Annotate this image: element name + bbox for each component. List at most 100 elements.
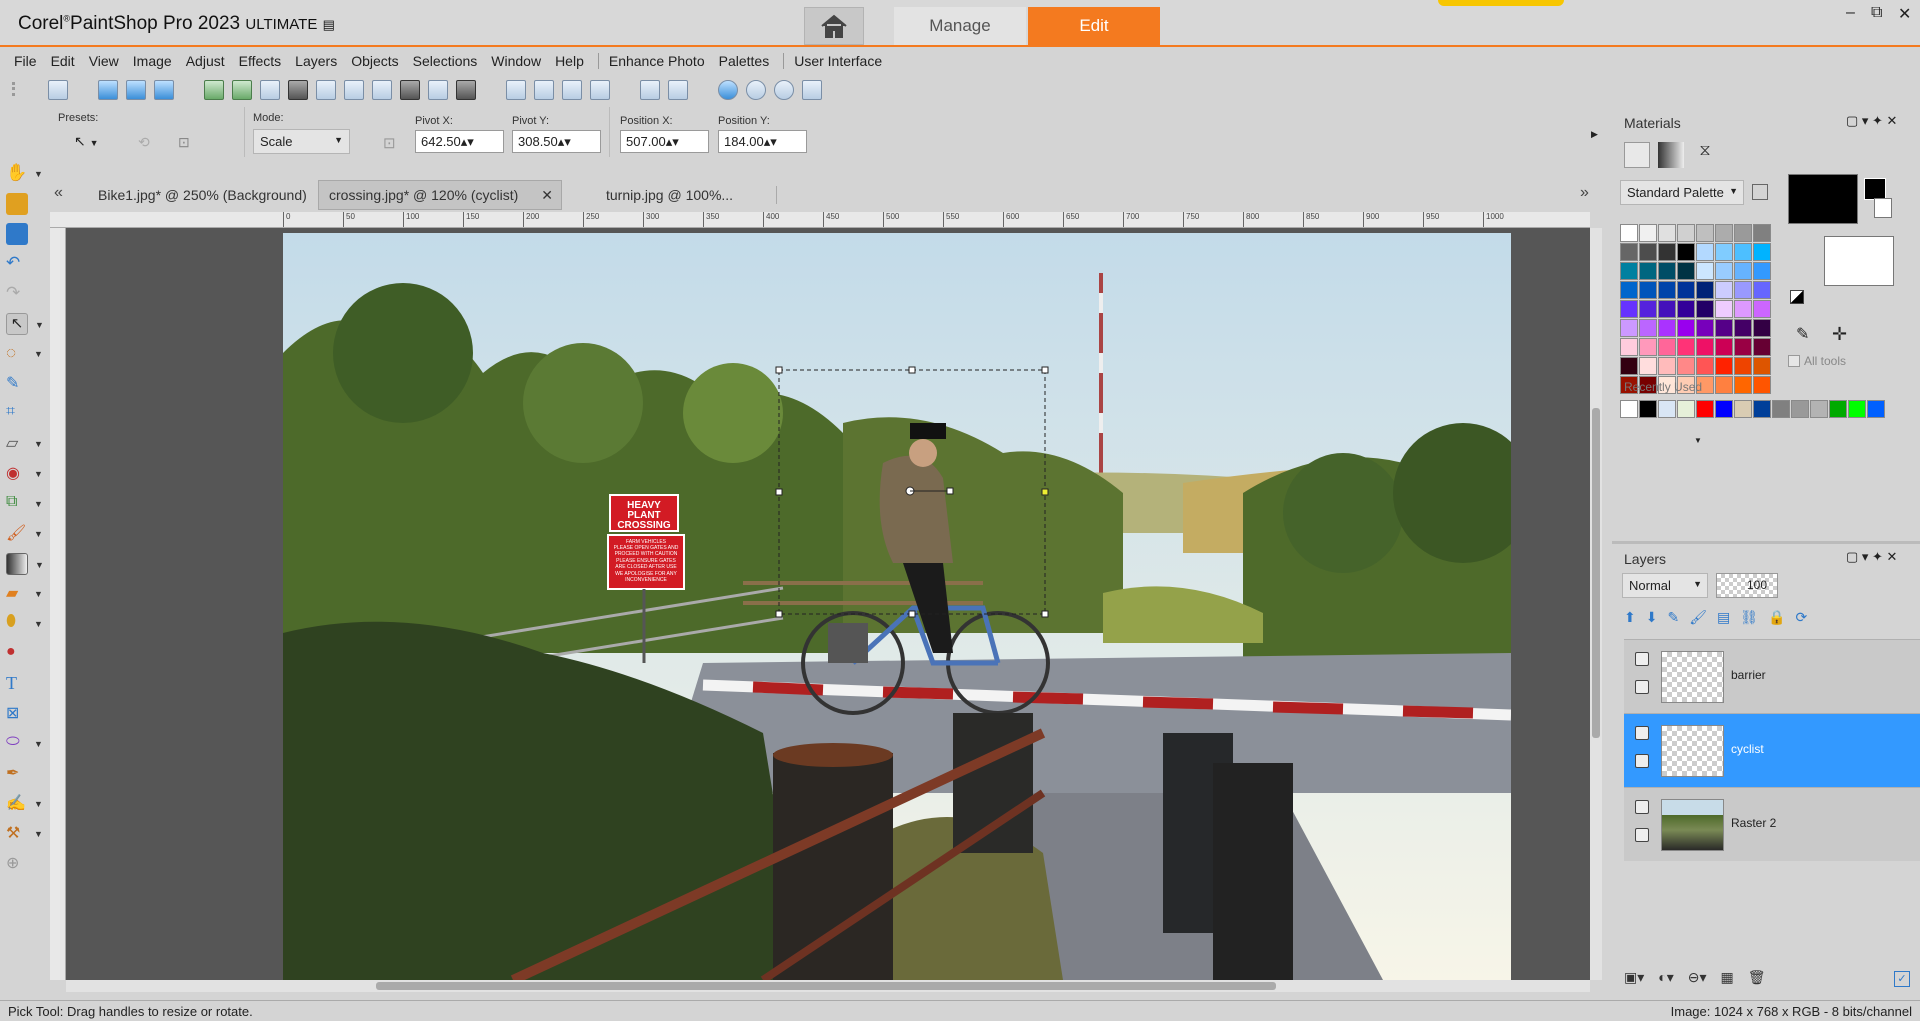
layer-style-icon[interactable]: ✎ xyxy=(1667,609,1679,626)
notification-strip[interactable] xyxy=(1438,0,1564,6)
color-swatch[interactable] xyxy=(1677,224,1695,242)
resize-handle[interactable] xyxy=(1041,610,1049,618)
menu-effects[interactable]: Effects xyxy=(239,53,282,69)
color-swatch[interactable] xyxy=(1734,262,1752,280)
paint-tool[interactable]: ● xyxy=(6,643,28,665)
background-swatch-small[interactable] xyxy=(1874,198,1892,218)
edit-tab[interactable]: Edit xyxy=(1028,7,1160,45)
globe-icon[interactable] xyxy=(718,80,738,100)
color-swatch[interactable] xyxy=(1753,262,1771,280)
color-swatch[interactable] xyxy=(1753,338,1771,356)
picture-icon[interactable] xyxy=(232,80,252,100)
all-tools-checkbox[interactable] xyxy=(1788,355,1800,367)
recent-color-swatch[interactable] xyxy=(1658,400,1676,418)
mask-icon[interactable]: ⊖▾ xyxy=(1688,969,1707,986)
print-layout-icon[interactable] xyxy=(640,80,660,100)
recent-color-swatch[interactable] xyxy=(1848,400,1866,418)
color-swatch[interactable] xyxy=(1696,281,1714,299)
color-swatch[interactable] xyxy=(1658,357,1676,375)
pan-tool[interactable]: ✋ ▼ xyxy=(6,163,43,185)
crop-tool[interactable]: ⌗ xyxy=(6,403,28,425)
refresh-icon[interactable]: ⟳ xyxy=(1795,609,1807,626)
layer-visibility-toggle-icon[interactable] xyxy=(1635,726,1649,740)
color-swatch[interactable] xyxy=(1696,243,1714,261)
vertical-scrollbar[interactable] xyxy=(1590,228,1602,980)
recent-color-swatch[interactable] xyxy=(1753,400,1771,418)
close-tab-icon[interactable]: ✕ xyxy=(541,187,553,204)
portrait-icon[interactable] xyxy=(344,80,364,100)
color-swatch[interactable] xyxy=(1658,224,1676,242)
lens-icon[interactable] xyxy=(316,80,336,100)
batch-icon[interactable] xyxy=(668,80,688,100)
color-swatch[interactable] xyxy=(1715,224,1733,242)
fill-tool[interactable]: ⬮ ▼ xyxy=(6,613,43,635)
resize-handle[interactable] xyxy=(1041,366,1049,374)
close-button[interactable]: ✕ xyxy=(1898,4,1911,24)
undo-tool[interactable]: ↶ xyxy=(6,253,28,275)
gradient-tab[interactable] xyxy=(1658,142,1684,168)
recent-color-swatch[interactable] xyxy=(1734,400,1752,418)
manage-tab[interactable]: Manage xyxy=(894,7,1026,45)
color-swatch[interactable] xyxy=(1696,319,1714,337)
eye-icon[interactable] xyxy=(1635,828,1649,842)
recent-color-swatch[interactable] xyxy=(1715,400,1733,418)
color-swatch[interactable] xyxy=(1658,319,1676,337)
color-swatch[interactable] xyxy=(1715,281,1733,299)
resize-handle[interactable] xyxy=(775,366,783,374)
layer-row-barrier[interactable]: barrier xyxy=(1624,639,1920,713)
home-button[interactable] xyxy=(804,7,864,45)
dropper-tool[interactable]: ✎ xyxy=(6,373,28,395)
eyedropper-icon[interactable]: ✎ xyxy=(1796,324,1809,344)
group-icon[interactable]: ▦ xyxy=(1721,969,1734,986)
redo-tool[interactable]: ↷ xyxy=(6,283,28,305)
vector-tool[interactable]: ⊠ xyxy=(6,703,28,725)
color-swatch[interactable] xyxy=(1639,357,1657,375)
color-swatch[interactable] xyxy=(1715,376,1733,394)
recent-color-swatch[interactable] xyxy=(1620,400,1638,418)
recent-color-swatch[interactable] xyxy=(1772,400,1790,418)
blend-mode-select[interactable]: Normal ▼ xyxy=(1622,573,1708,598)
color-swatch[interactable] xyxy=(1715,338,1733,356)
color-swatch[interactable] xyxy=(1677,338,1695,356)
color-swatch[interactable] xyxy=(1734,376,1752,394)
menu-file[interactable]: File xyxy=(14,53,37,69)
color-swatch[interactable] xyxy=(1677,262,1695,280)
pivot-y-field[interactable]: 308.50 xyxy=(512,130,601,153)
monitor-icon[interactable] xyxy=(400,80,420,100)
lasso-icon[interactable] xyxy=(372,80,392,100)
eraser-tool[interactable]: ▰ ▼ xyxy=(6,583,43,605)
swatch-grid[interactable] xyxy=(1620,224,1792,428)
foreground-swatch-small[interactable] xyxy=(1864,178,1886,200)
layers-empty-area[interactable] xyxy=(1612,861,1920,981)
frame-tab[interactable] xyxy=(1624,142,1650,168)
color-swatch[interactable] xyxy=(1658,281,1676,299)
tab-turnip[interactable]: turnip.jpg @ 100%... xyxy=(596,180,743,210)
palette-options-icon[interactable] xyxy=(1752,184,1768,200)
color-swatch[interactable] xyxy=(1620,262,1638,280)
zebra-icon[interactable] xyxy=(456,80,476,100)
gradient-tool[interactable]: ▼ xyxy=(6,553,44,575)
color-swatch[interactable] xyxy=(1658,300,1676,318)
menu-selections[interactable]: Selections xyxy=(413,53,478,69)
recent-color-swatch[interactable] xyxy=(1867,400,1885,418)
target-icon[interactable] xyxy=(802,80,822,100)
background-color[interactable] xyxy=(1824,236,1894,286)
ellipse-tool[interactable]: ⬭ ▼ xyxy=(6,733,43,755)
color-swatch[interactable] xyxy=(1715,357,1733,375)
screen-capture-icon[interactable] xyxy=(590,80,610,100)
text-tool[interactable]: T xyxy=(6,673,28,695)
color-swatch[interactable] xyxy=(1696,357,1714,375)
recent-color-swatch[interactable] xyxy=(1829,400,1847,418)
add-tool[interactable]: ⊕ xyxy=(6,853,28,875)
adjust-icon[interactable]: ▤ xyxy=(1717,609,1730,626)
color-swatch[interactable] xyxy=(1677,300,1695,318)
layer-row-raster-2[interactable]: Raster 2 xyxy=(1624,787,1920,861)
delete-icon[interactable]: 🗑 xyxy=(1748,969,1766,986)
menu-enhance-photo[interactable]: Enhance Photo xyxy=(609,53,705,69)
menu-user-interface[interactable]: User Interface xyxy=(794,53,882,69)
color-swatch[interactable] xyxy=(1639,281,1657,299)
transform-icon[interactable]: ⊡ xyxy=(178,134,190,151)
reset-icon[interactable]: ⟲ xyxy=(138,134,150,151)
color-swatch[interactable] xyxy=(1639,319,1657,337)
color-swatch[interactable] xyxy=(1753,281,1771,299)
